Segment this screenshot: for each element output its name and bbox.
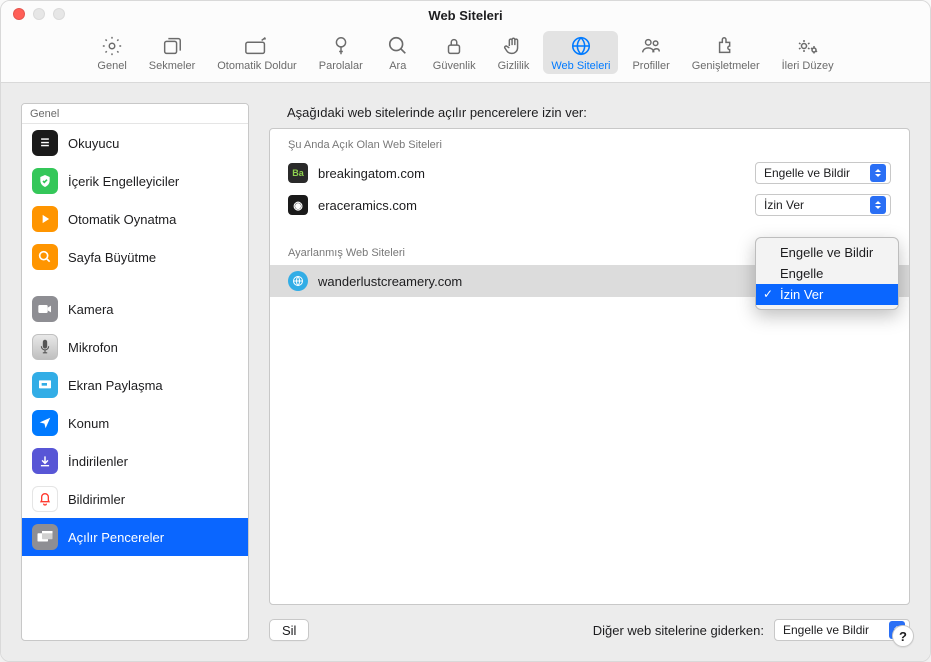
sidebar-item-label: Kamera [68,302,114,317]
window-controls [13,8,65,20]
magnify-icon [32,244,58,270]
content-heading: Aşağıdaki web sitelerinde açılır pencere… [287,105,910,120]
popup-windows-icon [32,524,58,550]
profiles-icon [638,35,664,57]
site-name: wanderlustcreamery.com [318,274,745,289]
sidebar-item-notifications[interactable]: Bildirimler [22,480,248,518]
sidebar-item-label: Sayfa Büyütme [68,250,156,265]
toolbar-search[interactable]: Ara [377,31,419,74]
sidebar-item-label: Okuyucu [68,136,119,151]
toolbar-security[interactable]: Güvenlik [425,31,484,74]
zoom-window-button[interactable] [53,8,65,20]
site-row[interactable]: Ba breakingatom.com Engelle ve Bildir [270,157,909,189]
toolbar-tabs[interactable]: Sekmeler [141,31,203,74]
permission-popup-menu: Engelle ve Bildir Engelle İzin Ver [755,237,899,310]
shield-check-icon [32,168,58,194]
location-icon [32,410,58,436]
site-favicon [288,271,308,291]
reader-icon: ☰ [32,130,58,156]
preferences-toolbar: Genel Sekmeler Otomatik Doldur Parolalar [1,29,930,83]
site-favicon: ◉ [288,195,308,215]
gears-icon [795,35,821,57]
titlebar: Web Siteleri [1,1,930,29]
key-icon [328,35,354,57]
content-area: Genel ☰ Okuyucu İçerik Engelleyiciler [1,83,930,661]
site-favicon: Ba [288,163,308,183]
sidebar-item-location[interactable]: Konum [22,404,248,442]
microphone-icon [32,334,58,360]
close-window-button[interactable] [13,8,25,20]
select-arrows-icon [870,164,886,182]
help-button[interactable]: ? [892,625,914,647]
site-row[interactable]: ◉ eraceramics.com İzin Ver [270,189,909,221]
hand-icon [500,35,526,57]
toolbar-profiles[interactable]: Profiller [624,31,677,74]
other-sites-label: Diğer web sitelerine giderken: [593,623,764,638]
site-permission-select[interactable]: Engelle ve Bildir [755,162,891,184]
camera-icon [32,296,58,322]
toolbar-advanced[interactable]: İleri Düzey [774,31,842,74]
sidebar-item-label: İçerik Engelleyiciler [68,174,179,189]
popup-option-block[interactable]: Engelle [756,263,898,284]
sidebar-item-downloads[interactable]: İndirilenler [22,442,248,480]
globe-icon [568,35,594,57]
sidebar-item-content-blockers[interactable]: İçerik Engelleyiciler [22,162,248,200]
window-title: Web Siteleri [428,8,502,23]
gear-icon [99,35,125,57]
download-icon [32,448,58,474]
sidebar-item-label: Ekran Paylaşma [68,378,163,393]
bell-icon [32,486,58,512]
minimize-window-button[interactable] [33,8,45,20]
sidebar-item-reader[interactable]: ☰ Okuyucu [22,124,248,162]
toolbar-privacy[interactable]: Gizlilik [490,31,538,74]
toolbar-general[interactable]: Genel [89,31,134,74]
section-header-open: Şu Anda Açık Olan Web Siteleri [270,129,909,157]
popup-option-allow[interactable]: İzin Ver [756,284,898,305]
toolbar-autofill[interactable]: Otomatik Doldur [209,31,304,74]
sidebar-section-header: Genel [22,104,248,124]
sidebar-item-label: Mikrofon [68,340,118,355]
sidebar-item-popups[interactable]: Açılır Pencereler [22,518,248,556]
sidebar-item-screen-sharing[interactable]: Ekran Paylaşma [22,366,248,404]
websites-table: Şu Anda Açık Olan Web Siteleri Ba breaki… [269,128,910,605]
toolbar-websites[interactable]: Web Siteleri [543,31,618,74]
settings-sidebar: Genel ☰ Okuyucu İçerik Engelleyiciler [21,103,249,641]
select-arrows-icon [870,196,886,214]
lock-icon [441,35,467,57]
sidebar-item-camera[interactable]: Kamera [22,290,248,328]
toolbar-extensions[interactable]: Genişletmeler [684,31,768,74]
delete-button[interactable]: Sil [269,619,309,641]
sidebar-item-label: İndirilenler [68,454,128,469]
sidebar-item-label: Açılır Pencereler [68,530,164,545]
sidebar-item-microphone[interactable]: Mikrofon [22,328,248,366]
sidebar-item-label: Bildirimler [68,492,125,507]
site-permission-select[interactable]: İzin Ver [755,194,891,216]
toolbar-passwords[interactable]: Parolalar [311,31,371,74]
play-icon [32,206,58,232]
search-icon [385,35,411,57]
other-sites-select[interactable]: Engelle ve Bildir [774,619,910,641]
tabs-icon [159,35,185,57]
site-name: eraceramics.com [318,198,745,213]
sidebar-item-page-zoom[interactable]: Sayfa Büyütme [22,238,248,276]
main-content: Aşağıdaki web sitelerinde açılır pencere… [269,103,910,641]
puzzle-icon [713,35,739,57]
site-name: breakingatom.com [318,166,745,181]
footer-row: Sil Diğer web sitelerine giderken: Engel… [269,619,910,641]
popup-option-block-notify[interactable]: Engelle ve Bildir [756,242,898,263]
sidebar-item-label: Konum [68,416,109,431]
preferences-window: Web Siteleri Genel Sekmeler Otomatik Dol… [0,0,931,662]
sidebar-item-label: Otomatik Oynatma [68,212,176,227]
screen-share-icon [32,372,58,398]
sidebar-item-autoplay[interactable]: Otomatik Oynatma [22,200,248,238]
sidebar-list: ☰ Okuyucu İçerik Engelleyiciler Otomatik… [22,124,248,640]
autofill-icon [244,35,270,57]
